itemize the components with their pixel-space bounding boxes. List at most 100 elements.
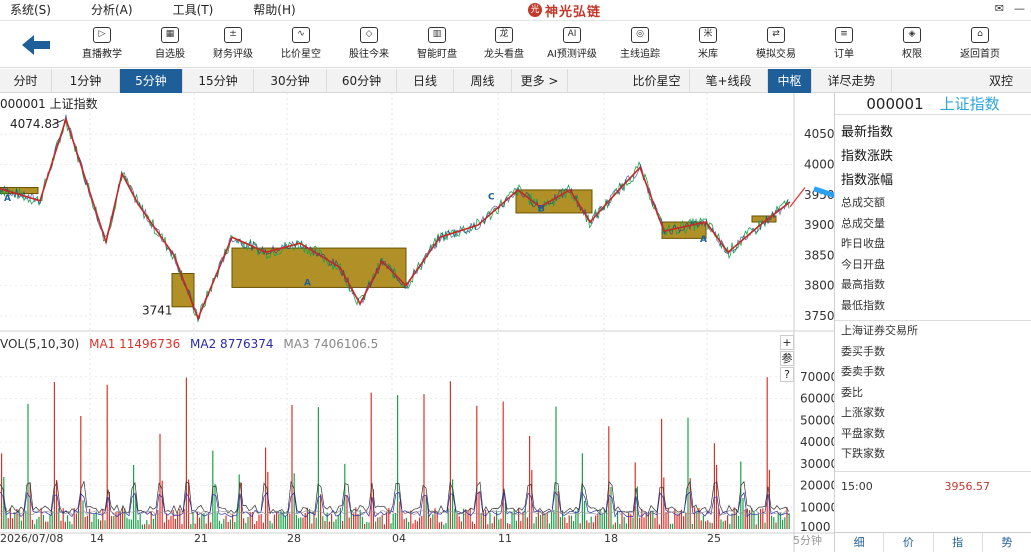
volume-bar bbox=[262, 522, 264, 529]
toolbar-item-label: 比价星空 bbox=[281, 49, 321, 60]
kline-volume-chart[interactable]: 4050400039503900385038003750700006000050… bbox=[0, 93, 834, 552]
volume-bar bbox=[190, 524, 192, 529]
tab-1[interactable]: 1分钟 bbox=[52, 69, 120, 93]
marker-label: B bbox=[538, 205, 545, 215]
tab-8[interactable]: 更多 > bbox=[512, 69, 568, 93]
toolbar-item-play[interactable]: ▷ 直播教学 bbox=[67, 24, 137, 66]
volume-bar bbox=[201, 514, 203, 529]
volume-bar bbox=[599, 509, 601, 529]
toolbar-item-dragon[interactable]: 龙龙头看盘 bbox=[469, 24, 539, 66]
params-button[interactable]: 参 bbox=[780, 351, 794, 366]
volume-bar bbox=[115, 511, 117, 529]
menu-tools[interactable]: 工具(T) bbox=[162, 0, 225, 20]
toolbar-item-chart-line[interactable]: ∿ 比价星空 bbox=[266, 24, 336, 66]
back-arrow-icon[interactable] bbox=[20, 33, 52, 57]
volume-bar bbox=[91, 521, 93, 529]
tab-7[interactable]: 周线 bbox=[454, 69, 512, 93]
panel-tab-0[interactable]: 细 bbox=[835, 533, 885, 552]
volume-bar bbox=[291, 404, 293, 529]
chart-side-buttons: + 参 ? bbox=[780, 335, 794, 383]
panel-tab-1[interactable]: 价 bbox=[884, 533, 934, 552]
help-button[interactable]: ? bbox=[780, 367, 794, 382]
tab-0[interactable]: 分时 bbox=[0, 69, 52, 93]
exchange-field: 上涨家数 bbox=[841, 406, 885, 419]
volume-bar bbox=[458, 516, 460, 529]
volume-bar bbox=[64, 521, 66, 529]
volume-bar bbox=[124, 508, 126, 529]
toolbar-item-home[interactable]: ⌂ 返回首页 bbox=[945, 24, 1015, 66]
volume-bar bbox=[436, 512, 438, 529]
tab-5[interactable]: 60分钟 bbox=[327, 69, 397, 93]
volume-bar bbox=[779, 513, 781, 529]
volume-bar bbox=[555, 406, 557, 529]
tab-9[interactable]: 比价星空 bbox=[624, 69, 690, 93]
marker-label: A bbox=[4, 194, 11, 204]
toolbar-item-label: 龙头看盘 bbox=[484, 49, 524, 60]
volume-bar bbox=[441, 521, 443, 529]
volume-bar bbox=[170, 515, 172, 529]
volume-bar bbox=[548, 523, 550, 529]
tab-11[interactable]: 中枢 bbox=[768, 69, 812, 93]
volume-bar bbox=[513, 509, 515, 529]
tab-12[interactable]: 详尽走势 bbox=[812, 69, 892, 93]
tab-6[interactable]: 日线 bbox=[397, 69, 454, 93]
toolbar-item-grid[interactable]: ▦ 自选股 bbox=[135, 24, 205, 66]
exchange-field: 下跌家数 bbox=[841, 447, 885, 460]
tab-3[interactable]: 15分钟 bbox=[183, 69, 254, 93]
volume-bar bbox=[194, 523, 196, 529]
volume-bar bbox=[614, 522, 616, 529]
add-indicator-button[interactable]: + bbox=[780, 335, 794, 350]
volume-bar bbox=[276, 512, 278, 529]
volume-bar bbox=[487, 524, 489, 529]
mail-icon[interactable]: ✉ bbox=[995, 2, 1004, 15]
volume-bar bbox=[711, 523, 713, 529]
exchange-field: 平盘家数 bbox=[841, 426, 885, 440]
volume-bar bbox=[641, 509, 643, 529]
toolbar-item-finance[interactable]: ± 财务评级 bbox=[198, 24, 268, 66]
toolbar-item-exchange[interactable]: ⇄ 模拟交易 bbox=[741, 24, 811, 66]
toolbar-item-ai[interactable]: AI AI预测评级 bbox=[537, 24, 607, 66]
toolbar-item-shield[interactable]: ◈ 权限 bbox=[877, 24, 947, 66]
volume-bar bbox=[460, 521, 462, 529]
volume-bar bbox=[289, 513, 291, 529]
toolbar-item-label: 自选股 bbox=[155, 49, 185, 60]
volume-bar bbox=[685, 513, 687, 529]
volume-bar bbox=[729, 523, 731, 529]
volume-bar bbox=[762, 508, 764, 529]
volume-bar bbox=[502, 401, 504, 529]
toolbar-item-target[interactable]: ◎ 主线追踪 bbox=[605, 24, 675, 66]
volume-bar bbox=[280, 510, 282, 529]
volume-bar bbox=[621, 512, 623, 529]
tab-13[interactable]: 双控 bbox=[892, 69, 1031, 93]
volume-bar bbox=[564, 517, 566, 529]
tab-4[interactable]: 30分钟 bbox=[254, 69, 327, 93]
volume-title: VOL(5,10,30) MA1 11496736 MA2 8776374 MA… bbox=[0, 337, 378, 351]
volume-bar bbox=[163, 522, 165, 529]
menu-system[interactable]: 系统(S) bbox=[0, 0, 62, 20]
volume-bar bbox=[509, 524, 511, 529]
toolbar-item-rice[interactable]: 米米库 bbox=[673, 24, 743, 66]
panel-tab-2[interactable]: 指 bbox=[934, 533, 983, 552]
volume-bar bbox=[390, 523, 392, 529]
volume-bar bbox=[192, 511, 194, 529]
toolbar-item-cube[interactable]: ◇ 股往今来 bbox=[334, 24, 404, 66]
volume-bar bbox=[254, 524, 256, 529]
chart-area[interactable]: 4050400039503900385038003750700006000050… bbox=[0, 93, 834, 552]
high-price-label: 4074.83 bbox=[10, 117, 60, 131]
target-icon: ◎ bbox=[631, 27, 649, 43]
toolbar-item-order[interactable]: ≡ 订单 bbox=[809, 24, 879, 66]
volume-bar bbox=[265, 447, 267, 529]
minimize-icon[interactable]: — bbox=[1014, 2, 1025, 15]
tab-2[interactable]: 5分钟 bbox=[120, 69, 183, 93]
volume-bar bbox=[100, 520, 102, 529]
volume-bar bbox=[540, 514, 542, 529]
price-line bbox=[0, 114, 789, 321]
volume-bar bbox=[559, 517, 561, 529]
menu-analysis[interactable]: 分析(A) bbox=[80, 0, 144, 20]
tab-10[interactable]: 笔+线段 bbox=[690, 69, 768, 93]
volume-bar bbox=[432, 514, 434, 529]
toolbar-item-monitor[interactable]: ▥ 智能盯盘 bbox=[402, 24, 472, 66]
panel-tab-3[interactable]: 势 bbox=[983, 533, 1031, 552]
quote-main-fields: 最新指数 指数涨跌 指数涨幅 bbox=[835, 115, 1031, 193]
menu-help[interactable]: 帮助(H) bbox=[242, 0, 306, 20]
